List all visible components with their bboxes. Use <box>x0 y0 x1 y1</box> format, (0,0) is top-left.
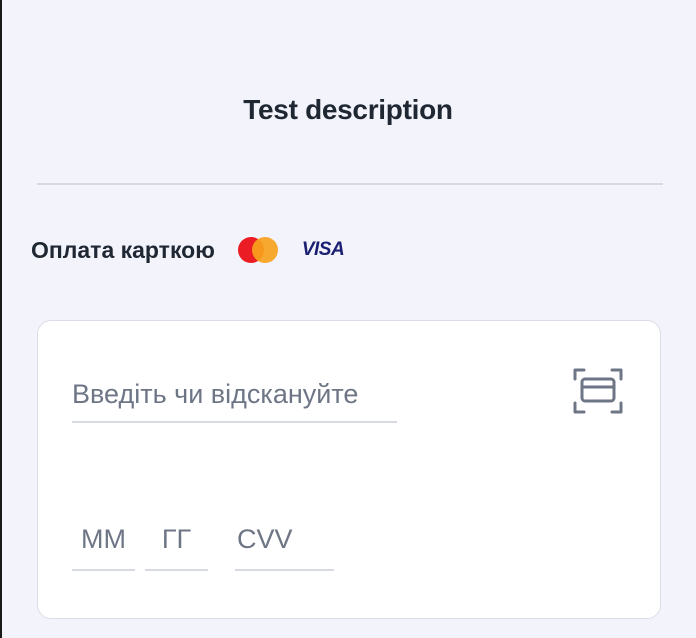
cvv-input[interactable] <box>235 509 334 571</box>
card-form <box>37 320 661 619</box>
expiry-month-input[interactable] <box>72 509 135 571</box>
title-divider <box>37 183 663 185</box>
payment-method-label: Оплата карткою <box>31 236 215 263</box>
mastercard-logo <box>237 236 280 264</box>
expiry-year-input[interactable] <box>145 509 208 571</box>
page-title: Test description <box>243 94 453 125</box>
payment-method-row: Оплата карткою VISA <box>31 233 345 267</box>
card-scan-icon[interactable] <box>572 365 624 417</box>
card-number-input[interactable] <box>72 367 397 423</box>
mastercard-yellow-circle <box>251 237 278 263</box>
visa-logo: VISA <box>301 239 345 260</box>
